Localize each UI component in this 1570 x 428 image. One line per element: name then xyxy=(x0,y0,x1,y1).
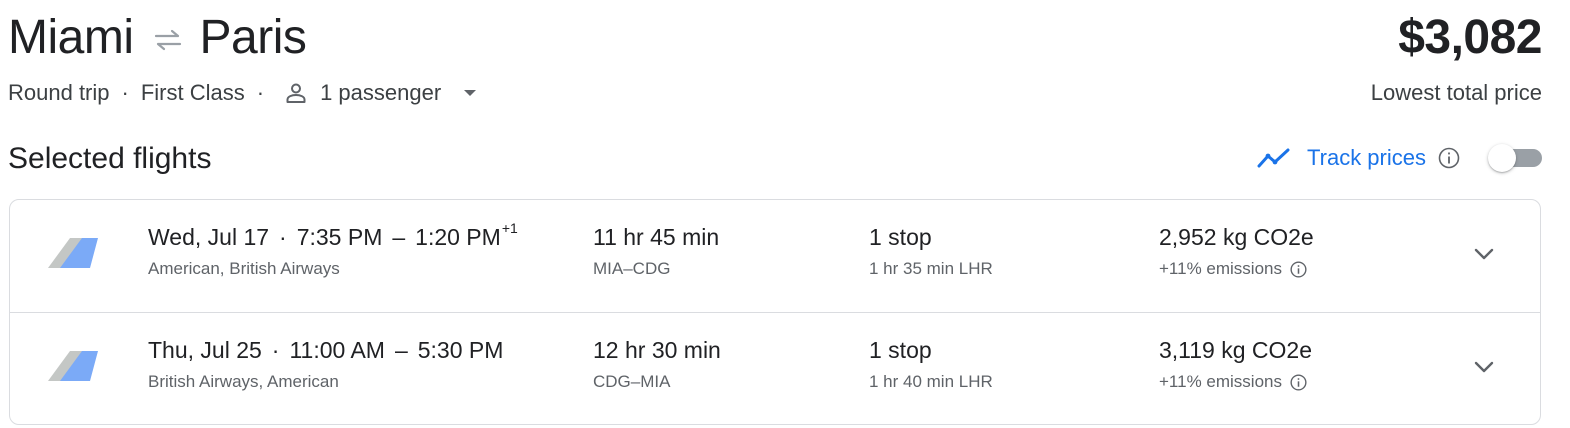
emissions-value: 3,119 kg CO2e xyxy=(1159,337,1313,363)
flight-times: Wed, Jul 17 · 7:35 PM – 1:20 PM +1 Ameri… xyxy=(148,220,518,279)
emissions-block: 3,119 kg CO2e +11% emissions xyxy=(1159,337,1312,392)
emissions-delta-row: +11% emissions xyxy=(1159,372,1312,392)
caret-down-icon[interactable] xyxy=(463,88,477,98)
trip-header: Miami Paris $3,082 Round trip · First Cl… xyxy=(8,6,1542,116)
trend-line-icon xyxy=(1257,146,1293,170)
emissions-block: 2,952 kg CO2e +11% emissions xyxy=(1159,224,1314,279)
toggle-knob xyxy=(1488,144,1516,172)
info-icon[interactable] xyxy=(1290,260,1307,278)
departure-time: 11:00 AM xyxy=(289,337,385,363)
stop-count: 1 stop xyxy=(869,224,932,250)
emissions-delta-row: +11% emissions xyxy=(1159,259,1314,279)
airline-tail-logo-icon xyxy=(48,236,100,270)
track-prices-control: Track prices xyxy=(1257,144,1542,172)
track-prices-link[interactable]: Track prices xyxy=(1307,145,1426,171)
section-title: Selected flights xyxy=(8,142,212,175)
flight-duration-block: 11 hr 45 min MIA–CDG xyxy=(593,224,719,279)
flight-duration: 11 hr 45 min xyxy=(593,224,720,250)
stops-block: 1 stop 1 hr 40 min LHR xyxy=(869,337,993,392)
info-icon[interactable] xyxy=(1438,147,1460,169)
date-and-times: Thu, Jul 25 · 11:00 AM – 5:30 PM xyxy=(148,337,504,364)
total-price: $3,082 xyxy=(1398,11,1542,64)
info-icon[interactable] xyxy=(1290,373,1307,391)
departure-time: 7:35 PM xyxy=(296,224,383,250)
track-prices-toggle[interactable] xyxy=(1488,144,1542,172)
trip-type: Round trip xyxy=(8,80,110,105)
emissions-delta: +11% emissions xyxy=(1159,259,1282,278)
chevron-down-icon[interactable] xyxy=(1472,242,1496,266)
chevron-down-icon[interactable] xyxy=(1472,355,1496,379)
airline-names: British Airways, American xyxy=(148,372,339,391)
layover-info: 1 hr 40 min LHR xyxy=(869,372,993,391)
stops-block: 1 stop 1 hr 35 min LHR xyxy=(869,224,993,279)
flight-date: Thu, Jul 25 xyxy=(148,337,262,363)
time-dash: – xyxy=(394,337,408,363)
separator-dot: · xyxy=(121,80,129,105)
flight-row[interactable]: Thu, Jul 25 · 11:00 AM – 5:30 PM British… xyxy=(10,312,1540,424)
separator-dot: · xyxy=(271,337,280,363)
flight-times: Thu, Jul 25 · 11:00 AM – 5:30 PM British… xyxy=(148,337,504,392)
flight-duration: 12 hr 30 min xyxy=(593,337,721,363)
person-icon xyxy=(284,80,310,106)
airport-codes: CDG–MIA xyxy=(593,372,671,391)
separator-dot: · xyxy=(279,224,287,250)
date-and-times: Wed, Jul 17 · 7:35 PM – 1:20 PM +1 xyxy=(148,220,518,251)
stop-count: 1 stop xyxy=(869,337,932,363)
flight-duration-block: 12 hr 30 min CDG–MIA xyxy=(593,337,721,392)
airline-names: American, British Airways xyxy=(148,259,340,278)
flight-date: Wed, Jul 17 xyxy=(148,224,270,250)
swap-arrows-icon xyxy=(146,20,190,60)
price-label: Lowest total price xyxy=(1370,80,1542,105)
route-title: Miami Paris xyxy=(8,10,307,66)
airline-tail-logo-icon xyxy=(48,349,100,383)
selected-flights-list: Wed, Jul 17 · 7:35 PM – 1:20 PM +1 Ameri… xyxy=(9,199,1541,425)
trip-summary: Round trip · First Class · 1 passenger xyxy=(8,80,477,106)
passenger-count[interactable]: 1 passenger xyxy=(320,80,441,106)
destination-city: Paris xyxy=(199,11,307,64)
separator-dot: · xyxy=(256,80,265,105)
emissions-value: 2,952 kg CO2e xyxy=(1159,224,1314,250)
airport-codes: MIA–CDG xyxy=(593,259,671,278)
arrival-time: 1:20 PM xyxy=(415,224,501,250)
time-dash: – xyxy=(392,224,406,250)
day-offset: +1 xyxy=(501,220,518,236)
origin-city: Miami xyxy=(8,11,134,64)
emissions-delta: +11% emissions xyxy=(1159,372,1282,391)
arrival-time: 5:30 PM xyxy=(417,337,504,363)
layover-info: 1 hr 35 min LHR xyxy=(869,259,993,278)
cabin-class: First Class xyxy=(140,80,245,105)
flight-row[interactable]: Wed, Jul 17 · 7:35 PM – 1:20 PM +1 Ameri… xyxy=(10,200,1540,312)
